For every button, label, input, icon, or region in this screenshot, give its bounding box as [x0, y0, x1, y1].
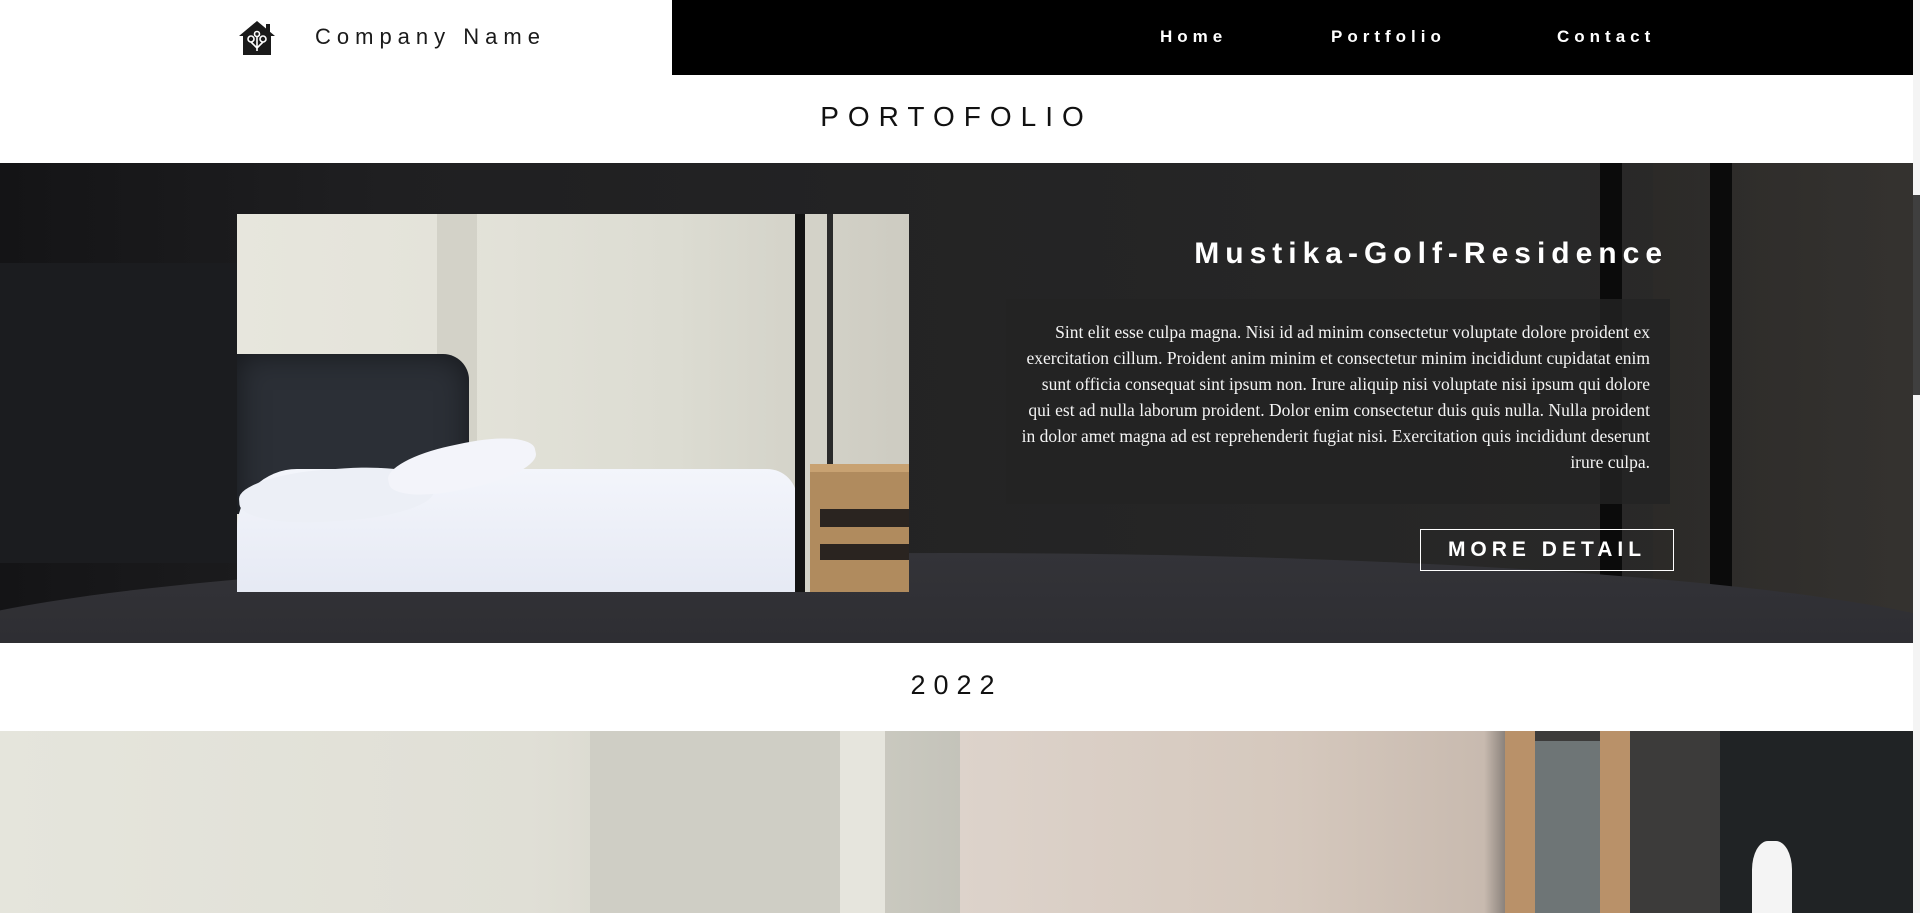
nav-portfolio[interactable]: Portfolio — [1331, 27, 1446, 47]
gallery-image[interactable] — [0, 731, 960, 913]
scrollbar[interactable] — [1913, 0, 1920, 913]
gallery — [0, 731, 1913, 913]
project-description: Sint elit esse culpa magna. Nisi id ad m… — [1021, 322, 1650, 472]
description-box: Sint elit esse culpa magna. Nisi id ad m… — [1006, 299, 1670, 504]
nav-contact[interactable]: Contact — [1557, 27, 1655, 47]
brand[interactable]: Company Name — [0, 0, 672, 75]
more-detail-button[interactable]: MORE DETAIL — [1420, 529, 1674, 571]
gallery-image[interactable] — [960, 731, 1913, 913]
page-title: PORTOFOLIO — [820, 101, 1093, 132]
nav-home[interactable]: Home — [1160, 27, 1227, 47]
scrollbar-thumb[interactable] — [1913, 195, 1920, 395]
brand-name[interactable]: Company Name — [315, 24, 546, 50]
main-nav: Home Portfolio Contact — [672, 0, 1913, 75]
year-heading: 2022 — [910, 670, 1003, 700]
house-logo-icon — [239, 21, 275, 55]
project-photo — [237, 214, 909, 592]
project-title: Mustika-Golf-Residence — [1194, 237, 1668, 270]
featured-project: Mustika-Golf-Residence Sint elit esse cu… — [0, 163, 1913, 643]
header: Company Name Home Portfolio Contact — [0, 0, 1913, 75]
